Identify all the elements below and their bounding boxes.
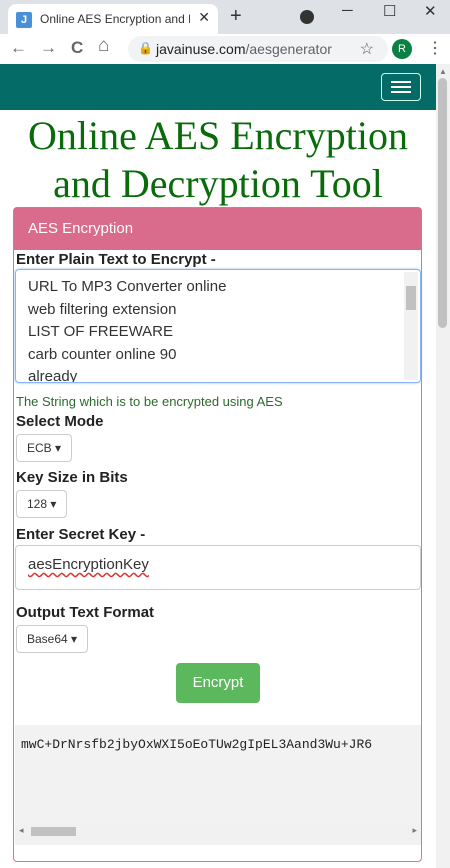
encrypt-button[interactable]: Encrypt xyxy=(176,663,260,703)
secret-key-value: aesEncryptionKey xyxy=(28,556,149,573)
plain-text-line: carb counter online 90 xyxy=(28,346,177,363)
caret-down-icon: ▾ xyxy=(50,497,57,511)
browser-toolbar: ← → C ⌂ 🔒 javainuse.com/aesgenerator ☆ R… xyxy=(0,34,450,64)
back-icon[interactable]: ← xyxy=(10,38,27,58)
key-size-label: Key Size in Bits xyxy=(16,469,128,486)
plain-text-line: already xyxy=(28,368,78,383)
window-close-icon[interactable]: ✕ xyxy=(424,2,437,20)
new-tab-icon[interactable]: + xyxy=(230,5,242,28)
scrollbar-thumb[interactable] xyxy=(438,78,447,328)
textarea-scrollbar[interactable] xyxy=(404,272,418,380)
hamburger-menu-icon[interactable] xyxy=(381,73,421,101)
plain-text-line: URL To MP3 Converter online xyxy=(28,278,227,295)
browser-tab-strip: J Online AES Encryption and Dec ✕ + ─ ☐ … xyxy=(0,0,450,34)
plain-text-help: The String which is to be encrypted usin… xyxy=(16,394,283,409)
horizontal-scrollbar-thumb[interactable] xyxy=(31,827,76,836)
output-format-value: Base64 xyxy=(27,632,68,646)
encrypted-output-text: mwC+DrNrsfb2jbyOxWXI5oEoTUw2gIpEL3Aand3W… xyxy=(21,737,373,752)
plain-text-line: web filtering extension xyxy=(28,301,177,318)
output-horizontal-scrollbar[interactable]: ◂ ▸ xyxy=(15,824,421,840)
url-path: /aesgenerator xyxy=(245,41,332,57)
browser-tab[interactable]: J Online AES Encryption and Dec ✕ xyxy=(8,4,218,34)
maximize-icon[interactable]: ☐ xyxy=(383,2,396,20)
output-format-label: Output Text Format xyxy=(16,604,155,621)
profile-avatar[interactable]: R xyxy=(392,39,412,59)
textarea-scrollbar-thumb[interactable] xyxy=(406,286,416,310)
site-favicon-icon: J xyxy=(16,12,32,28)
output-format-select[interactable]: Base64 ▾ xyxy=(16,625,89,653)
plain-text-input[interactable]: URL To MP3 Converter online web filterin… xyxy=(15,269,421,383)
url-domain: javainuse.com xyxy=(156,41,246,57)
plain-text-label: Enter Plain Text to Encrypt - xyxy=(16,251,216,268)
minimize-icon[interactable]: ─ xyxy=(342,2,353,19)
tab-close-icon[interactable]: ✕ xyxy=(198,9,210,26)
caret-down-icon: ▾ xyxy=(55,441,62,455)
forward-icon[interactable]: → xyxy=(40,38,57,58)
mode-select[interactable]: ECB ▾ xyxy=(16,434,73,462)
address-bar[interactable]: 🔒 javainuse.com/aesgenerator ☆ xyxy=(128,36,388,62)
aes-encryption-panel: AES Encryption Enter Plain Text to Encry… xyxy=(13,207,422,862)
mode-label: Select Mode xyxy=(16,413,104,430)
browser-menu-icon[interactable]: ⋮ xyxy=(427,38,443,58)
lock-icon: 🔒 xyxy=(138,41,153,55)
reload-icon[interactable]: C xyxy=(71,38,83,58)
plain-text-line: LIST OF FREEWARE xyxy=(28,323,174,340)
scroll-up-arrow-icon[interactable]: ▲ xyxy=(439,67,447,76)
key-size-select[interactable]: 128 ▾ xyxy=(16,490,68,518)
page-scrollbar[interactable]: ▲ xyxy=(436,64,450,868)
secret-key-label: Enter Secret Key - xyxy=(16,526,146,543)
media-control-icon[interactable] xyxy=(300,10,314,24)
page-title: Online AES Encryption and Decryption Too… xyxy=(28,113,408,206)
mode-value: ECB xyxy=(27,441,52,455)
bookmark-star-icon[interactable]: ☆ xyxy=(360,39,374,59)
site-navbar xyxy=(0,64,436,110)
key-size-value: 128 xyxy=(27,497,48,511)
home-icon[interactable]: ⌂ xyxy=(98,35,109,57)
url-text: javainuse.com/aesgenerator xyxy=(156,41,332,57)
caret-down-icon: ▾ xyxy=(71,632,78,646)
panel-heading: AES Encryption xyxy=(14,208,421,250)
tab-title: Online AES Encryption and Dec xyxy=(40,12,190,26)
scroll-left-arrow-icon[interactable]: ◂ xyxy=(19,825,24,836)
secret-key-input[interactable]: aesEncryptionKey xyxy=(15,545,421,590)
scroll-right-arrow-icon[interactable]: ▸ xyxy=(412,825,417,836)
